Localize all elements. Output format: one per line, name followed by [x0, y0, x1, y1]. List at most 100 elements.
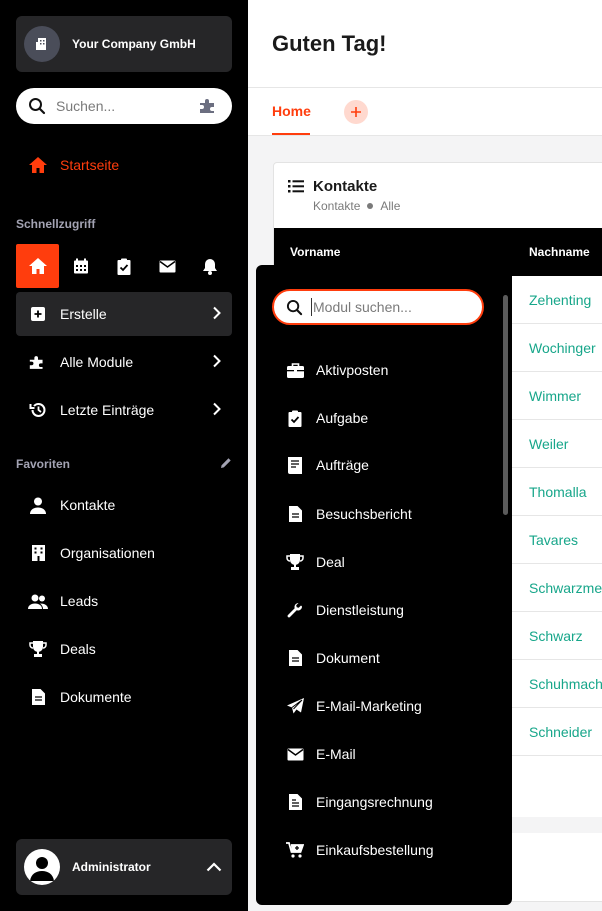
table-row[interactable]: Schwarz	[512, 612, 602, 660]
paper-plane-icon	[286, 697, 304, 715]
module-item-email[interactable]: E-Mail	[286, 742, 356, 766]
nav-erstelle[interactable]: Erstelle	[16, 292, 232, 336]
company-name: Your Company GmbH	[72, 37, 196, 51]
history-icon	[28, 400, 48, 420]
chevron-right-icon	[213, 354, 221, 368]
module-item-deal[interactable]: Deal	[286, 550, 345, 574]
tab-home[interactable]: Home	[272, 103, 311, 119]
table-row[interactable]: Wochinger	[512, 324, 602, 372]
column-header-firstname[interactable]: Vorname	[290, 245, 340, 259]
table-row[interactable]: Thomalla	[512, 468, 602, 516]
nav-alle-module-label: Alle Module	[60, 354, 134, 370]
company-switcher[interactable]: Your Company GmbH	[16, 16, 232, 72]
quick-tasks-button[interactable]	[102, 244, 145, 288]
scrollbar[interactable]	[503, 295, 508, 515]
search-input[interactable]: Suchen...	[16, 88, 232, 124]
clipboard-check-icon	[117, 258, 131, 275]
building-icon	[28, 543, 48, 563]
document-icon	[28, 687, 48, 707]
module-item-label: Besuchsbericht	[316, 506, 412, 522]
breadcrumb-module[interactable]: Kontakte	[313, 199, 360, 213]
chevron-right-icon	[213, 402, 221, 416]
favorite-organisationen[interactable]: Organisationen	[16, 531, 232, 575]
module-item-email-marketing[interactable]: E-Mail-Marketing	[286, 694, 422, 718]
favorite-dokumente[interactable]: Dokumente	[16, 675, 232, 719]
module-search-input[interactable]: Modul suchen...	[272, 289, 484, 325]
column-header-lastname[interactable]: Nachname	[529, 245, 590, 259]
person-icon	[30, 857, 54, 881]
nav-startseite-label: Startseite	[60, 157, 120, 173]
cart-icon	[286, 841, 304, 859]
page-header: Guten Tag!	[248, 0, 602, 88]
envelope-icon	[159, 260, 176, 272]
module-item-aktivposten[interactable]: Aktivposten	[286, 358, 388, 382]
search-icon	[29, 98, 46, 115]
table-row[interactable]: Schwarzme	[512, 564, 602, 612]
company-logo	[24, 26, 60, 62]
breadcrumb: Kontakte Alle	[313, 199, 400, 213]
module-item-dokument[interactable]: Dokument	[286, 646, 380, 670]
favorite-label: Organisationen	[60, 545, 155, 561]
wrench-icon	[286, 601, 304, 619]
module-item-eingangsrechnung[interactable]: Eingangsrechnung	[286, 790, 433, 814]
plus-square-icon	[28, 304, 48, 324]
favorite-leads[interactable]: Leads	[16, 579, 232, 623]
table-row[interactable]: Tavares	[512, 516, 602, 564]
table-row[interactable]: Weiler	[512, 420, 602, 468]
favorite-label: Kontakte	[60, 497, 116, 513]
tab-active-indicator	[272, 133, 310, 135]
module-item-label: Dokument	[316, 650, 380, 666]
quick-mail-button[interactable]	[146, 244, 189, 288]
text-cursor	[311, 298, 312, 316]
favorite-kontakte[interactable]: Kontakte	[16, 483, 232, 527]
breadcrumb-filter[interactable]: Alle	[380, 199, 400, 213]
favorite-label: Leads	[60, 593, 99, 609]
chevron-up-icon	[206, 862, 222, 872]
user-menu[interactable]: Administrator	[16, 839, 232, 895]
quick-calendar-button[interactable]	[59, 244, 102, 288]
envelope-icon	[286, 745, 304, 763]
quick-notifications-button[interactable]	[189, 244, 232, 288]
widget-header: Kontakte Kontakte Alle	[288, 178, 400, 213]
favorites-title: Favoriten	[16, 457, 71, 471]
nav-startseite[interactable]: Startseite	[16, 143, 232, 187]
module-dropdown: Modul suchen... Aktivposten Aufgabe Auft…	[256, 265, 512, 905]
module-item-label: Eingangsrechnung	[316, 794, 433, 810]
module-search-placeholder: Modul suchen...	[313, 299, 412, 315]
module-item-auftraege[interactable]: Aufträge	[286, 453, 369, 477]
building-icon	[36, 38, 46, 50]
nav-letzte-eintraege-label: Letzte Einträge	[60, 402, 155, 418]
module-item-label: E-Mail	[316, 746, 356, 762]
favorite-deals[interactable]: Deals	[16, 627, 232, 671]
module-item-label: Deal	[316, 554, 345, 570]
table-row[interactable]: Schuhmach	[512, 660, 602, 708]
pencil-icon[interactable]	[220, 457, 232, 469]
nav-letzte-eintraege[interactable]: Letzte Einträge	[16, 388, 232, 432]
module-item-label: Aufträge	[316, 457, 369, 473]
home-icon	[28, 258, 47, 274]
table-row[interactable]: Zehenting	[512, 276, 602, 324]
table-row[interactable]: Schneider	[512, 708, 602, 756]
table-row[interactable]: Wimmer	[512, 372, 602, 420]
briefcase-icon	[286, 361, 304, 379]
module-item-dienstleistung[interactable]: Dienstleistung	[286, 598, 404, 622]
quick-access-title: Schnellzugriff	[16, 217, 96, 231]
module-item-einkaufsbestellung[interactable]: Einkaufsbestellung	[286, 838, 434, 862]
module-item-label: Aktivposten	[316, 362, 389, 378]
order-icon	[286, 456, 304, 474]
breadcrumb-separator	[367, 203, 374, 209]
list-icon	[288, 180, 304, 193]
nav-erstelle-label: Erstelle	[60, 306, 107, 322]
quick-home-button[interactable]	[16, 244, 60, 288]
search-icon	[286, 299, 303, 315]
add-tab-button[interactable]	[344, 100, 368, 124]
quick-access-bar	[16, 244, 232, 288]
search-placeholder: Suchen...	[56, 98, 116, 114]
chevron-right-icon	[213, 306, 221, 320]
person-icon	[28, 495, 48, 515]
puzzle-icon[interactable]	[198, 98, 220, 114]
module-item-besuchsbericht[interactable]: Besuchsbericht	[286, 502, 412, 526]
people-icon	[28, 591, 48, 611]
nav-alle-module[interactable]: Alle Module	[16, 340, 232, 384]
module-item-aufgabe[interactable]: Aufgabe	[286, 406, 368, 430]
